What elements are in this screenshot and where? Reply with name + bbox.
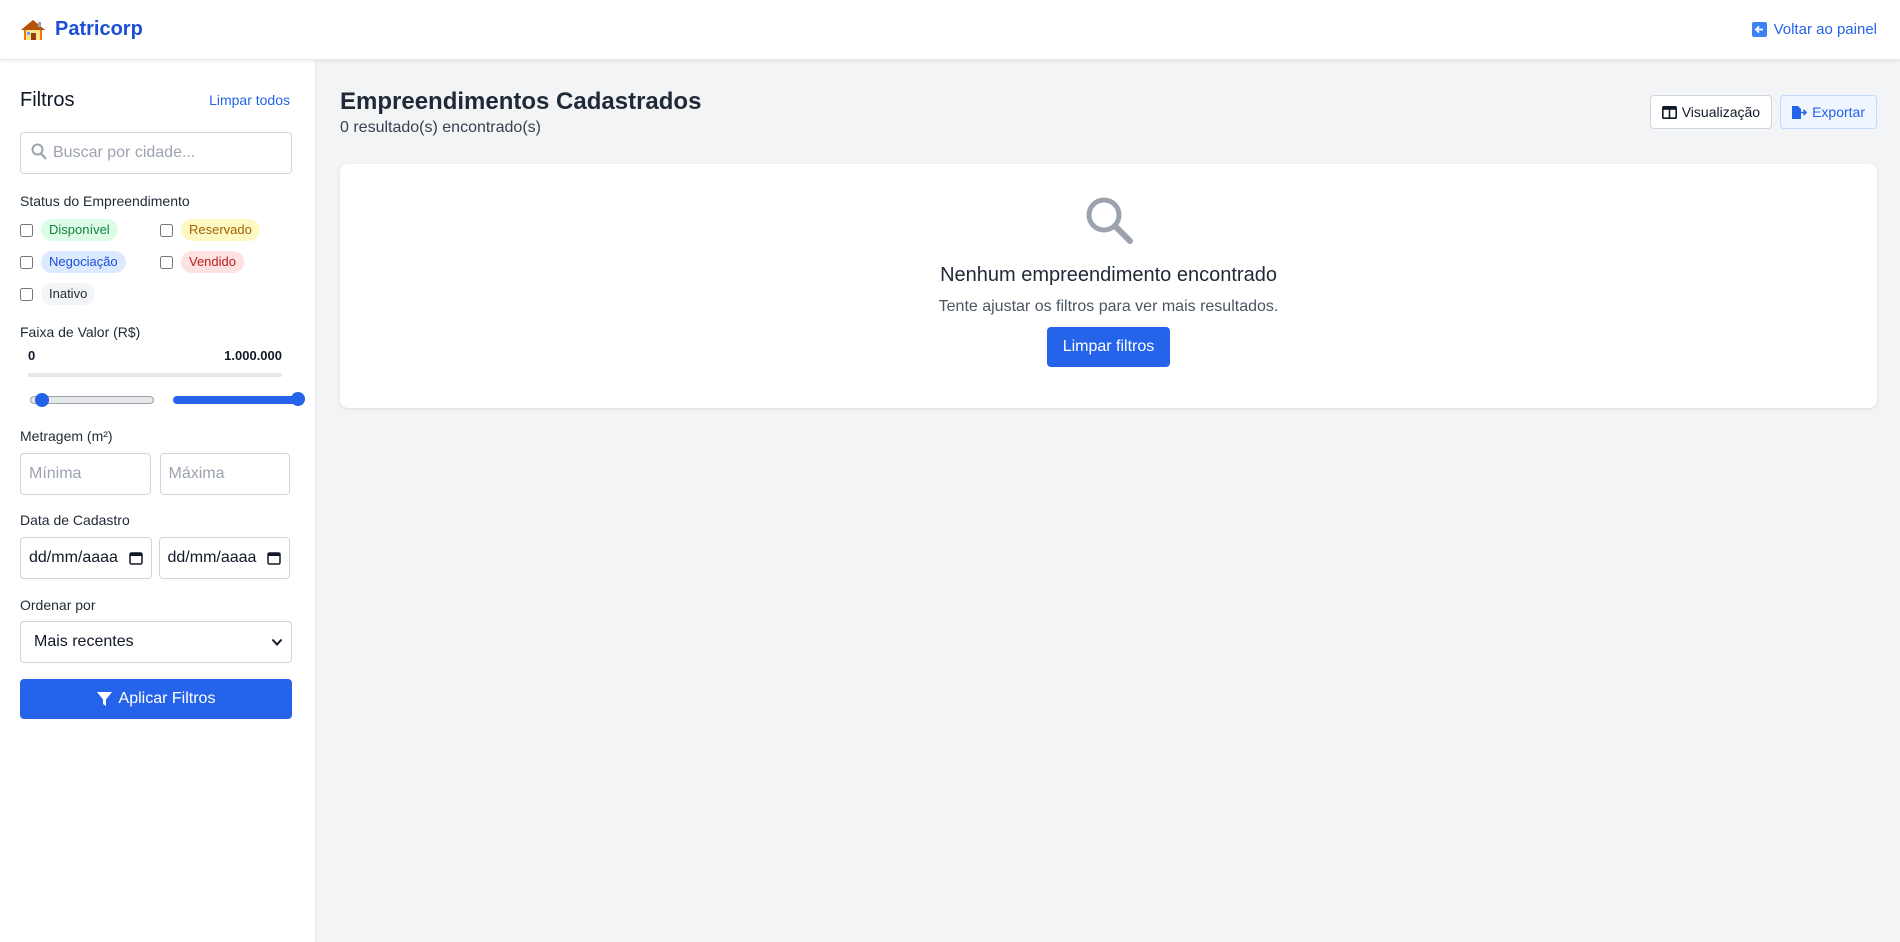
apply-filters-label: Aplicar Filtros <box>118 690 216 707</box>
clear-all-link[interactable]: Limpar todos <box>209 92 290 108</box>
status-badge: Reservado <box>181 219 260 241</box>
apply-filters-button[interactable]: Aplicar Filtros <box>20 679 292 719</box>
search-icon <box>1086 197 1133 244</box>
status-checkbox-negociacao[interactable] <box>20 255 33 269</box>
price-min-slider[interactable] <box>30 393 154 407</box>
status-option-negociacao[interactable]: Negociação <box>20 250 160 274</box>
chevron-down-icon <box>271 638 283 646</box>
area-min-input[interactable] <box>29 465 150 483</box>
price-max-value: 1.000.000 <box>224 348 282 363</box>
date-inputs: dd/mm/aaaa dd/mm/aaaa <box>20 537 290 579</box>
area-min-field <box>20 453 151 495</box>
price-range-track <box>28 373 282 377</box>
back-link-label: Voltar ao painel <box>1773 21 1877 38</box>
status-badge: Disponível <box>41 219 118 241</box>
price-range-values: 0 1.000.000 <box>20 348 290 363</box>
status-option-disponivel[interactable]: Disponível <box>20 218 160 242</box>
filters-sidebar: Filtros Limpar todos Status do Empreendi… <box>0 60 316 942</box>
calendar-icon[interactable] <box>128 551 143 565</box>
sort-selected-value: Mais recentes <box>34 633 134 650</box>
brand-name: Patricorp <box>55 18 143 40</box>
price-max-slider-thumb[interactable] <box>291 392 305 406</box>
status-options: Disponível Reservado Negociação Vendido … <box>20 218 290 306</box>
empty-state-title: Nenhum empreendimento encontrado <box>940 264 1277 286</box>
date-label: Data de Cadastro <box>20 512 130 528</box>
clear-filters-button[interactable]: Limpar filtros <box>1046 327 1171 367</box>
date-to-input[interactable]: dd/mm/aaaa <box>158 537 290 579</box>
city-search-input[interactable] <box>21 133 291 173</box>
search-icon <box>31 143 47 160</box>
date-from-value: dd/mm/aaaa <box>29 549 118 566</box>
file-export-icon <box>1792 105 1808 119</box>
export-label: Exportar <box>1812 104 1865 120</box>
area-label: Metragem (m²) <box>20 428 113 444</box>
top-header: Patricorp Voltar ao painel <box>0 0 1900 60</box>
arrow-left-box-icon <box>1751 22 1767 37</box>
price-range-label: Faixa de Valor (R$) <box>20 324 141 340</box>
price-max-slider[interactable] <box>173 392 305 406</box>
header-actions: Visualização Exportar <box>1649 95 1877 129</box>
status-checkbox-inativo[interactable] <box>20 287 33 301</box>
area-max-input[interactable] <box>168 465 289 483</box>
status-option-inativo[interactable]: Inativo <box>20 282 160 306</box>
status-checkbox-reservado[interactable] <box>160 223 173 237</box>
page-title: Empreendimentos Cadastrados <box>340 88 702 115</box>
status-option-reservado[interactable]: Reservado <box>160 218 290 242</box>
price-min-slider-thumb[interactable] <box>35 393 49 407</box>
house-icon <box>21 19 45 40</box>
date-to-value: dd/mm/aaaa <box>167 549 257 566</box>
sort-label: Ordenar por <box>20 597 96 613</box>
status-option-vendido[interactable]: Vendido <box>160 250 290 274</box>
export-button[interactable]: Exportar <box>1780 95 1877 129</box>
status-label: Status do Empreendimento <box>20 193 190 209</box>
filter-icon <box>96 691 112 706</box>
date-from-input[interactable]: dd/mm/aaaa <box>20 537 152 579</box>
calendar-icon[interactable] <box>267 551 281 565</box>
price-min-value: 0 <box>28 348 36 363</box>
results-count: 0 resultado(s) encontrado(s) <box>340 119 541 136</box>
empty-state-text: Tente ajustar os filtros para ver mais r… <box>938 298 1279 315</box>
status-checkbox-disponivel[interactable] <box>20 223 33 237</box>
back-to-dashboard-link[interactable]: Voltar ao painel <box>1751 21 1877 38</box>
view-toggle-label: Visualização <box>1681 104 1761 120</box>
status-badge: Vendido <box>181 251 244 273</box>
table-columns-icon <box>1661 105 1677 119</box>
brand[interactable]: Patricorp <box>20 18 143 42</box>
sort-select[interactable]: Mais recentes <box>20 621 292 663</box>
area-inputs <box>20 453 290 495</box>
filters-title: Filtros <box>20 88 75 111</box>
area-max-field <box>159 453 290 495</box>
empty-state-card: Nenhum empreendimento encontrado Tente a… <box>340 164 1877 408</box>
status-badge: Inativo <box>41 283 96 305</box>
view-toggle-button[interactable]: Visualização <box>1649 95 1773 129</box>
status-badge: Negociação <box>41 251 126 273</box>
price-sliders <box>20 387 305 417</box>
city-search-box <box>20 132 292 174</box>
status-checkbox-vendido[interactable] <box>160 255 173 269</box>
